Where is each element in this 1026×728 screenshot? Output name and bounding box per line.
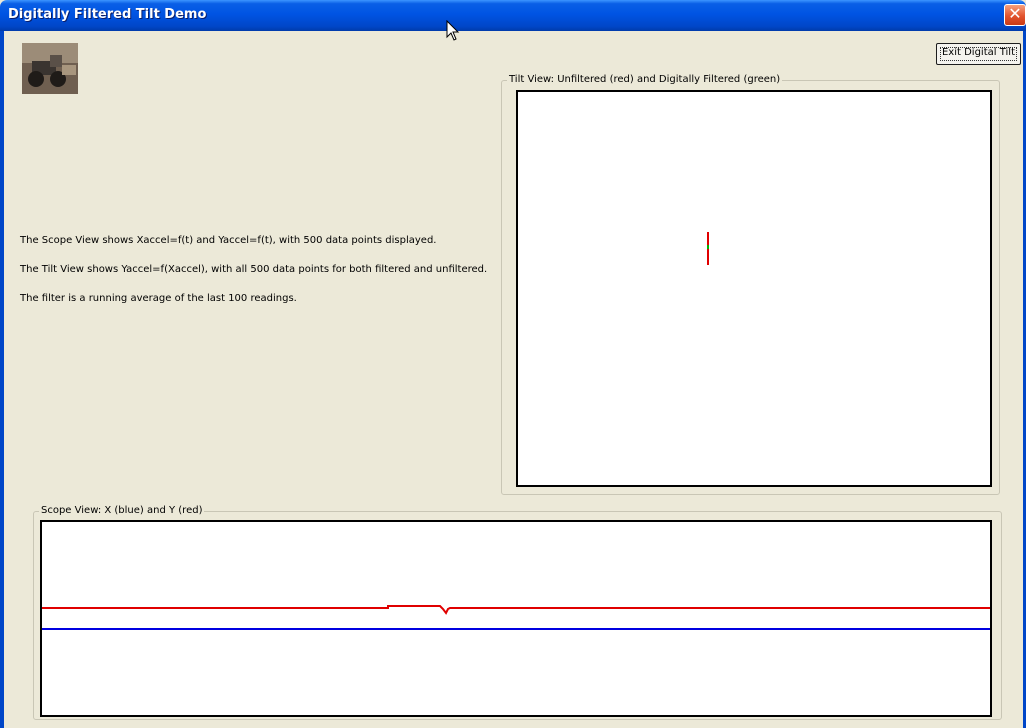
scope-view-plot bbox=[40, 520, 992, 717]
scope-view-description: The Scope View shows Xaccel=f(t) and Yac… bbox=[20, 235, 437, 246]
exit-digital-tilt-button[interactable]: Exit Digital Tilt bbox=[936, 43, 1021, 65]
vehicle-photo bbox=[22, 43, 78, 94]
close-icon: ✕ bbox=[1008, 4, 1022, 23]
mouse-cursor-icon bbox=[446, 20, 460, 41]
tilt-view-description: The Tilt View shows Yaccel=f(Xaccel), wi… bbox=[20, 264, 488, 275]
filter-description: The filter is a running average of the l… bbox=[20, 293, 297, 304]
close-button[interactable]: ✕ bbox=[1004, 4, 1026, 26]
scope-view-canvas bbox=[42, 605, 990, 630]
tilt-view-canvas bbox=[707, 232, 709, 265]
focus-rectangle bbox=[940, 47, 1017, 61]
y-trace bbox=[42, 605, 990, 615]
tilt-view-plot bbox=[516, 90, 992, 487]
window-left-border bbox=[0, 31, 4, 728]
tilt-view-label: Tilt View: Unfiltered (red) and Digitall… bbox=[507, 74, 783, 85]
scope-view-label: Scope View: X (blue) and Y (red) bbox=[39, 505, 205, 516]
window-title: Digitally Filtered Tilt Demo bbox=[8, 7, 207, 22]
title-bar: Digitally Filtered Tilt Demo ✕ bbox=[0, 0, 1026, 31]
